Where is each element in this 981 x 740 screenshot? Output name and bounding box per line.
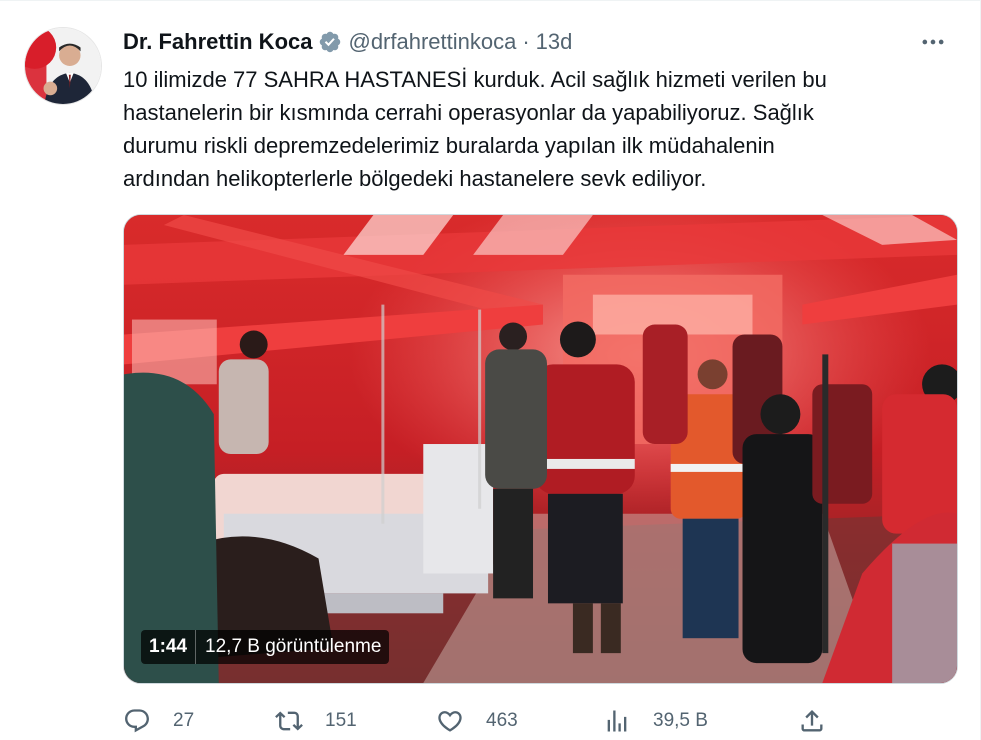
avatar[interactable] xyxy=(24,27,102,105)
author-handle[interactable]: @drfahrettinkoca xyxy=(348,27,516,57)
like-button[interactable]: 463 xyxy=(436,704,518,738)
analytics-icon xyxy=(603,707,631,735)
separator-dot: · xyxy=(522,29,530,54)
more-icon[interactable] xyxy=(916,27,950,57)
video-info-overlay: 1:44 12,7 B görüntülenme xyxy=(141,630,390,664)
heart-icon xyxy=(436,707,464,735)
video-thumbnail xyxy=(124,215,957,683)
views-count: 39,5 B xyxy=(653,710,708,731)
timestamp[interactable]: 13d xyxy=(536,27,573,57)
reply-button[interactable]: 27 xyxy=(123,704,194,738)
tweet-header: Dr. Fahrettin Koca @drfahrettinkoca · 13… xyxy=(123,27,950,57)
video-player[interactable]: 1:44 12,7 B görüntülenme xyxy=(123,214,958,684)
verified-badge-icon[interactable] xyxy=(318,30,342,54)
tweet[interactable]: Dr. Fahrettin Koca @drfahrettinkoca · 13… xyxy=(0,0,981,740)
action-bar: 27 151 463 39,5 B xyxy=(123,704,823,738)
share-icon xyxy=(798,707,826,735)
retweet-count: 151 xyxy=(325,710,357,731)
video-duration: 1:44 xyxy=(141,630,196,664)
share-button[interactable] xyxy=(798,704,826,738)
author-name[interactable]: Dr. Fahrettin Koca xyxy=(123,27,312,57)
tweet-text: 10 ilimizde 77 SAHRA HASTANESİ kurduk. A… xyxy=(123,67,827,191)
retweet-button[interactable]: 151 xyxy=(275,704,357,738)
retweet-icon xyxy=(275,707,303,735)
reply-icon xyxy=(123,707,151,735)
like-count: 463 xyxy=(486,710,518,731)
views-button[interactable]: 39,5 B xyxy=(603,704,708,738)
reply-count: 27 xyxy=(173,710,195,731)
avatar-image xyxy=(25,28,101,104)
video-views: 12,7 B görüntülenme xyxy=(195,630,390,664)
